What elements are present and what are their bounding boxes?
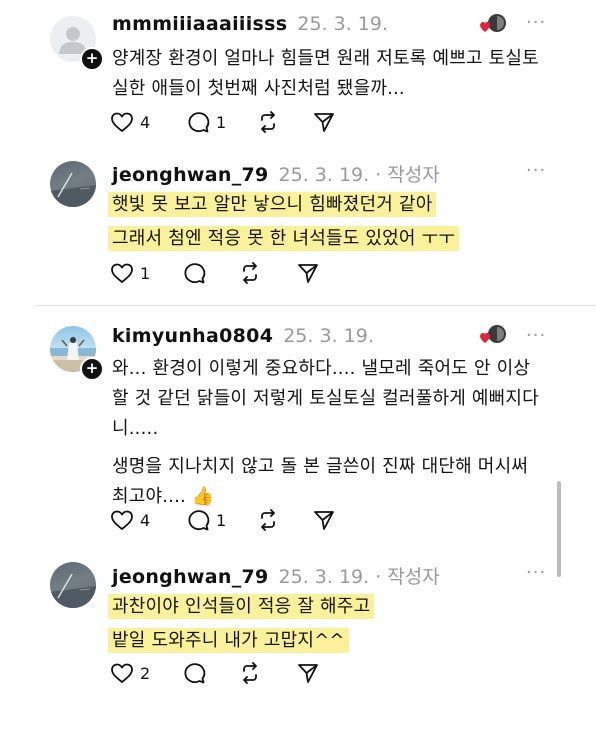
like-button[interactable]: 1 [110, 262, 150, 284]
repost-button[interactable] [238, 262, 262, 284]
post-text: 햇빛 못 보고 알만 낳으니 힘빠졌던거 같아 그래서 첨엔 적응 못 한 녀석… [108, 190, 552, 254]
post-date: 25. 3. 19. [297, 13, 389, 35]
repost-button[interactable] [238, 662, 262, 684]
more-options-button[interactable]: ··· [526, 12, 546, 33]
username-text[interactable]: mmmiiiaaaiiisss [112, 13, 287, 35]
repost-icon [243, 262, 257, 284]
username[interactable]: mmmiiiaaaiiisss 25. 3. 19. [112, 13, 388, 35]
heart-outline-icon [111, 112, 133, 132]
more-options-button[interactable]: ··· [526, 160, 546, 181]
share-button[interactable] [312, 111, 336, 133]
repost-button[interactable] [256, 111, 280, 133]
text-line: 니..... [112, 418, 159, 439]
comment-bubble-icon [188, 112, 210, 133]
heart-outline-icon [111, 663, 133, 683]
author-tag: · 작성자 [375, 164, 440, 186]
reply-button[interactable]: 1 [186, 509, 226, 531]
reply-count: 1 [216, 510, 227, 530]
text-line: 밭일 도와주니 내가 고맙지^^ [108, 628, 349, 653]
more-options-button[interactable]: ··· [526, 562, 546, 583]
heart-reaction-badge [480, 14, 506, 32]
like-count: 4 [140, 112, 151, 132]
scrollbar[interactable] [557, 481, 561, 577]
heart-outline-icon [111, 263, 133, 283]
reply-button[interactable] [182, 662, 206, 684]
comment-bubble-icon [184, 663, 206, 684]
heart-reaction-badge [480, 325, 506, 343]
post-text: 과찬이야 인석들이 적응 잘 해주고 밭일 도와주니 내가 고맙지^^ [108, 592, 552, 656]
post-date: 25. 3. 19. [283, 325, 374, 347]
send-icon [298, 264, 318, 283]
like-button[interactable]: 2 [110, 662, 150, 684]
thread-divider [34, 305, 596, 306]
share-button[interactable] [296, 662, 320, 684]
share-button[interactable] [296, 262, 320, 284]
repost-button[interactable] [256, 509, 280, 531]
share-button[interactable] [312, 509, 336, 531]
text-line: 실한 애들이 첫번째 사진처럼 됐을까... [112, 78, 405, 99]
repost-icon [261, 111, 275, 133]
comment-bubble-icon [188, 510, 210, 531]
like-button[interactable]: 4 [110, 111, 150, 133]
field-photo [50, 573, 96, 608]
like-count: 1 [140, 263, 151, 283]
text-line: 할 것 같던 닭들이 저렇게 토실토실 컬러풀하게 예뻐지다 [112, 388, 539, 409]
more-options-button[interactable]: ··· [526, 325, 546, 346]
repost-icon [243, 662, 257, 684]
post-text: 와... 환경이 이렇게 중요하다.... 낼모레 죽어도 안 이상 할 것 같… [112, 354, 552, 512]
like-count: 2 [140, 663, 151, 683]
username[interactable]: jeonghwan_79 25. 3. 19. · 작성자 [112, 160, 440, 187]
reply-button[interactable]: 1 [186, 111, 226, 133]
text-line: 양계장 환경이 얼마나 힘들면 원래 저토록 예쁘고 토실토 [112, 48, 539, 69]
post-date: 25. 3. 19. [278, 164, 370, 186]
send-icon [314, 511, 334, 530]
text-line: 최고야.... 👍 [112, 486, 215, 507]
follow-plus-icon[interactable]: + [80, 47, 104, 71]
text-line: 과찬이야 인석들이 적응 잘 해주고 [108, 594, 375, 619]
reply-count: 1 [216, 112, 227, 132]
send-icon [314, 113, 334, 132]
text-line: 그래서 첨엔 적응 못 한 녀석들도 있었어 ㅜㅜ [108, 226, 460, 251]
text-line: 햇빛 못 보고 알만 낳으니 힘빠졌던거 같아 [108, 192, 437, 217]
follow-plus-icon[interactable]: + [80, 357, 104, 381]
like-count: 4 [140, 510, 151, 530]
username-text[interactable]: jeonghwan_79 [112, 164, 269, 186]
field-photo [50, 172, 96, 207]
text-line: 와... 환경이 이렇게 중요하다.... 낼모레 죽어도 안 이상 [112, 358, 531, 379]
post-text: 양계장 환경이 얼마나 힘들면 원래 저토록 예쁘고 토실토 실한 애들이 첫번… [112, 44, 552, 104]
post-date: 25. 3. 19. [278, 566, 370, 588]
send-icon [298, 664, 318, 683]
repost-icon [261, 509, 275, 531]
username-text[interactable]: kimyunha0804 [112, 325, 273, 347]
author-tag: · 작성자 [375, 566, 440, 588]
avatar[interactable] [50, 562, 96, 608]
avatar[interactable] [50, 161, 96, 207]
heart-outline-icon [111, 510, 133, 530]
username[interactable]: kimyunha0804 25. 3. 19. [112, 325, 374, 347]
comment-bubble-icon [184, 263, 206, 284]
like-button[interactable]: 4 [110, 509, 150, 531]
reply-button[interactable] [182, 262, 206, 284]
username[interactable]: jeonghwan_79 25. 3. 19. · 작성자 [112, 562, 440, 589]
username-text[interactable]: jeonghwan_79 [112, 566, 269, 588]
text-line: 생명을 지나치지 않고 돌 본 글쓴이 진짜 대단해 머시써 [112, 456, 529, 477]
